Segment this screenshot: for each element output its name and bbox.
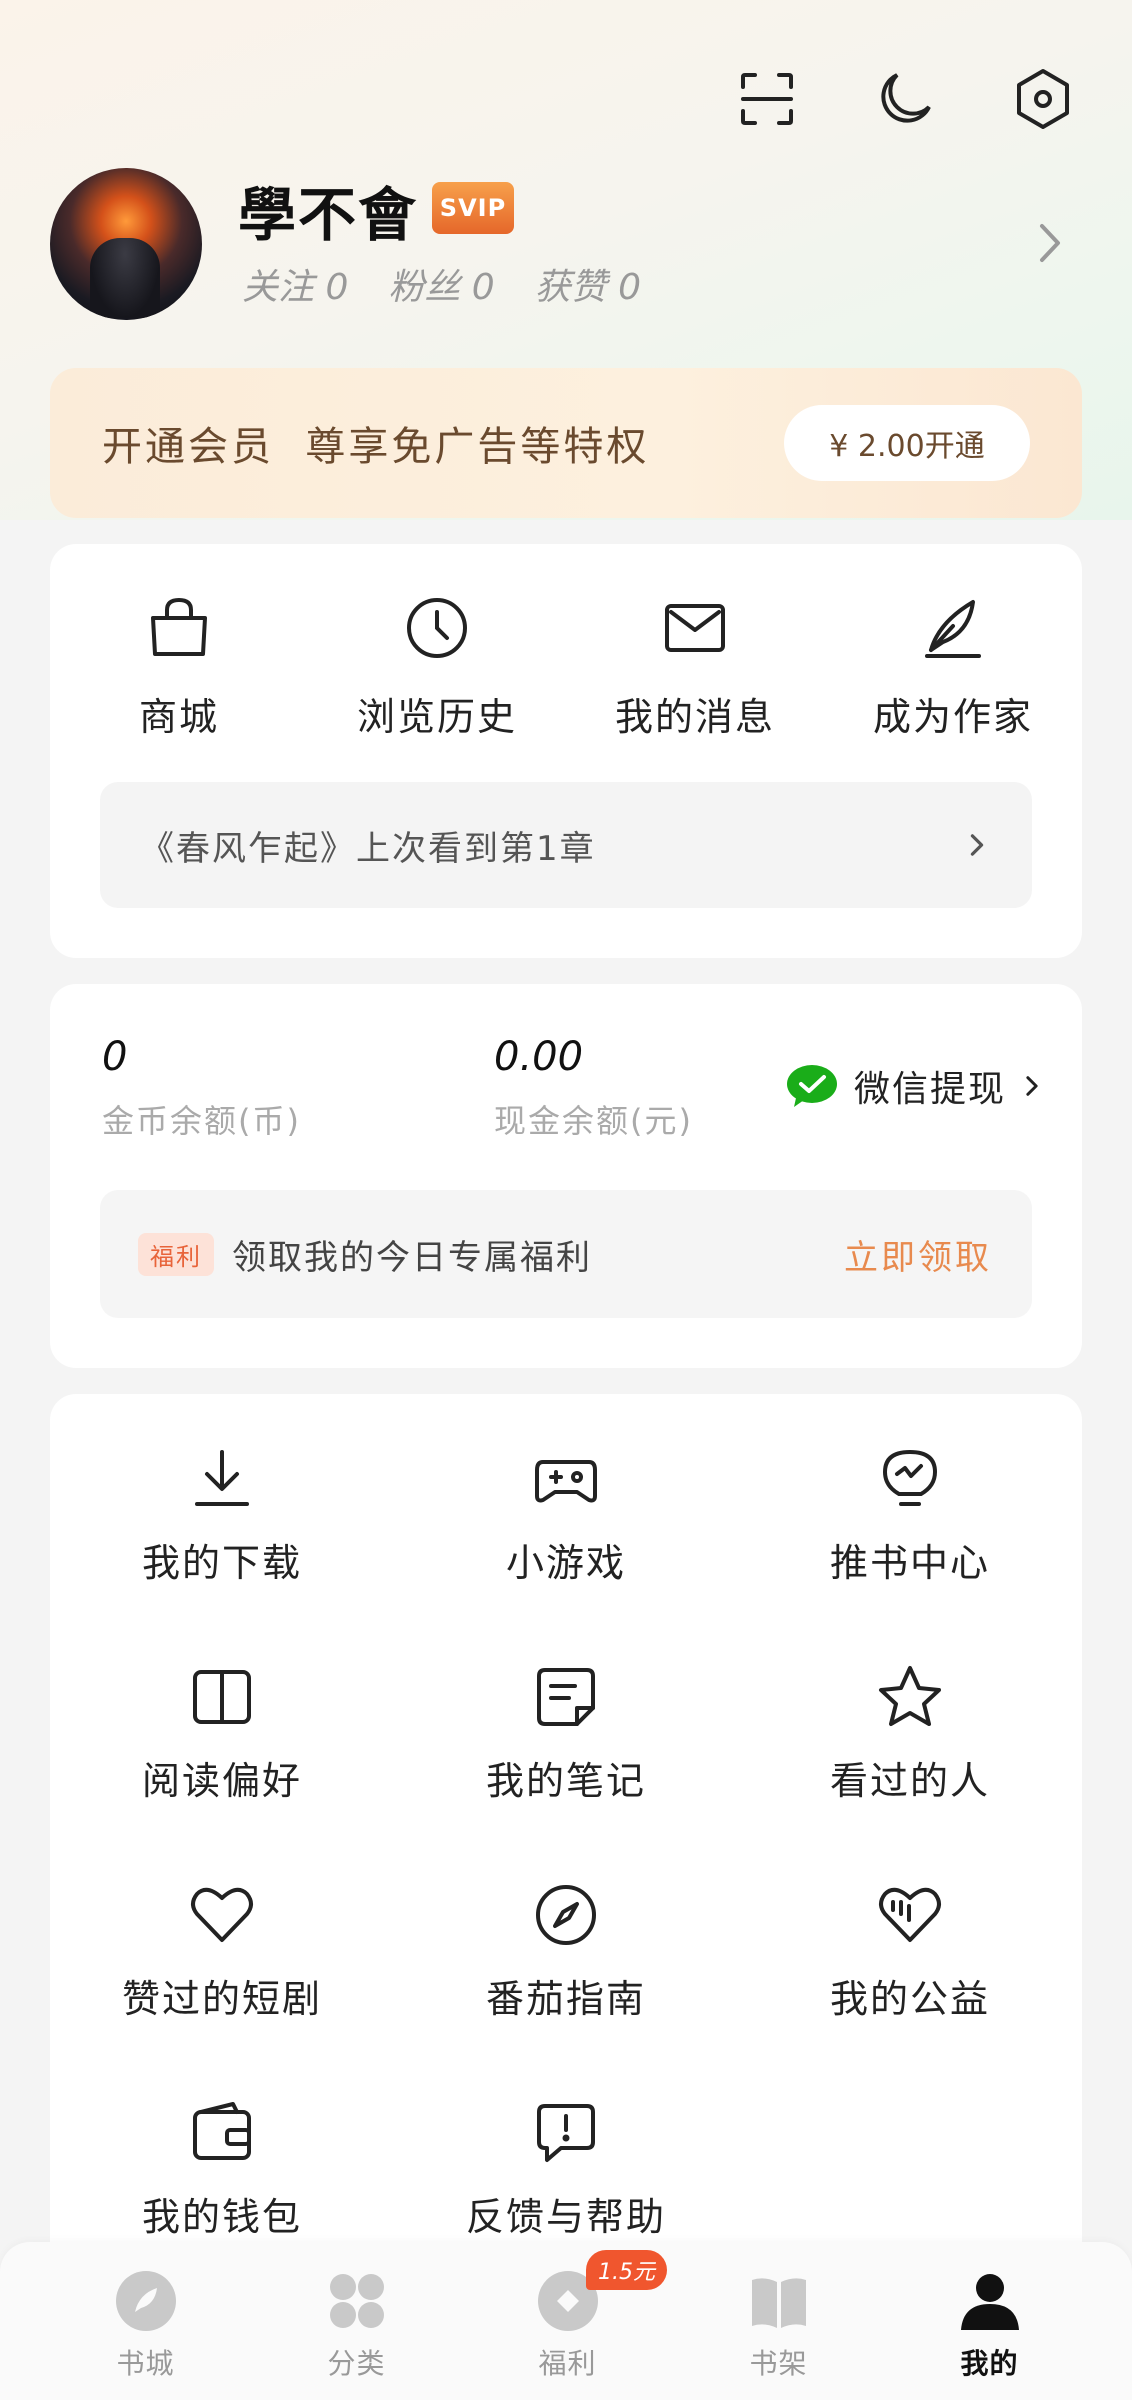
tool-mini-games[interactable]: 小游戏: [394, 1444, 738, 1587]
tool-my-charity[interactable]: 我的公益: [738, 1880, 1082, 2023]
shopping-bag-icon: [151, 598, 207, 656]
lightbulb-icon: [883, 1450, 937, 1506]
cash-balance-label: 现金余额(元): [494, 1102, 693, 1140]
quick-actions-grid: 商城 浏览历史 我的消息 成为作家: [50, 592, 1082, 741]
tool-reading-preference[interactable]: 阅读偏好: [50, 1662, 394, 1805]
quick-label: 商城: [138, 695, 219, 739]
wallet-icon: [193, 2102, 251, 2160]
charity-heart-icon: [879, 1887, 941, 1942]
bottom-navigation: 书城 分类 福利 1.5元 书架 我的: [0, 2242, 1132, 2400]
tool-label: 我的钱包: [141, 2195, 302, 2239]
compass-icon: [536, 1885, 596, 1945]
tool-label: 我的笔记: [485, 1759, 646, 1803]
benefit-text: 领取我的今日专属福利: [232, 1237, 592, 1278]
tool-feedback-help[interactable]: 反馈与帮助: [394, 2098, 738, 2241]
quick-item-messages[interactable]: 我的消息: [566, 592, 824, 741]
follow-count[interactable]: 关注 0: [242, 258, 348, 310]
chevron-right-icon: [1026, 1076, 1038, 1096]
tool-label: 赞过的短剧: [121, 1977, 322, 2021]
quick-label: 浏览历史: [356, 695, 517, 739]
tool-label: 番茄指南: [485, 1977, 646, 2021]
bookstore-icon: [115, 2271, 176, 2331]
daily-benefit-bar[interactable]: 福利 领取我的今日专属福利 立即领取: [100, 1190, 1032, 1318]
quick-item-shop[interactable]: 商城: [50, 592, 308, 741]
history-text: 《春风乍起》上次看到第1章: [140, 828, 596, 869]
quick-item-history[interactable]: 浏览历史: [308, 592, 566, 741]
feedback-icon: [537, 2104, 595, 2162]
fans-count[interactable]: 粉丝 0: [388, 258, 494, 310]
night-mode-icon[interactable]: [870, 64, 940, 134]
mail-icon: [665, 604, 725, 652]
avatar[interactable]: [50, 168, 202, 320]
reading-history-bar[interactable]: 《春风乍起》上次看到第1章: [100, 782, 1032, 908]
download-icon: [195, 1450, 249, 1506]
nav-bookshelf[interactable]: 书架: [673, 2242, 884, 2400]
welfare-badge: 1.5元: [586, 2250, 667, 2290]
coin-balance-value[interactable]: 0: [102, 1034, 127, 1080]
tool-label: 看过的人: [829, 1759, 990, 1803]
quick-label: 成为作家: [872, 695, 1033, 739]
nav-welfare[interactable]: 福利 1.5元: [462, 2242, 673, 2400]
nav-profile[interactable]: 我的: [884, 2242, 1095, 2400]
tool-my-wallet[interactable]: 我的钱包: [50, 2098, 394, 2241]
tool-downloads[interactable]: 我的下载: [50, 1444, 394, 1587]
wechat-withdraw[interactable]: 微信提现: [786, 1060, 1042, 1112]
nav-label: 我的: [960, 2347, 1019, 2380]
quick-item-author[interactable]: 成为作家: [824, 592, 1082, 741]
chevron-right-icon: [970, 834, 984, 856]
coin-balance-label: 金币余额(币): [102, 1102, 301, 1140]
wechat-withdraw-label: 微信提现: [854, 1069, 1007, 1110]
nav-bookstore[interactable]: 书城: [40, 2242, 251, 2400]
nav-label: 书城: [116, 2347, 175, 2380]
username: 學不會: [238, 181, 419, 249]
vip-banner[interactable]: 开通会员 尊享免广告等特权 ¥ 2.00开通: [50, 368, 1082, 518]
claim-benefit-button[interactable]: 立即领取: [844, 1230, 992, 1279]
heart-icon: [191, 1887, 253, 1942]
tool-label: 小游戏: [505, 1541, 626, 1585]
star-icon: [879, 1666, 941, 1726]
tool-viewed-people[interactable]: 看过的人: [738, 1662, 1082, 1805]
quick-label: 我的消息: [614, 695, 775, 739]
scan-icon[interactable]: [732, 64, 802, 134]
balance-card: 0 金币余额(币) 0.00 现金余额(元) 微信提现 福利 领取我的今日专属福…: [50, 984, 1082, 1368]
bookshelf-icon: [751, 2278, 806, 2328]
wechat-icon: [787, 1065, 837, 1107]
tool-label: 阅读偏好: [141, 1759, 302, 1803]
settings-icon[interactable]: [1008, 64, 1078, 134]
nav-label: 福利: [538, 2347, 597, 2380]
vip-open-button[interactable]: ¥ 2.00开通: [784, 405, 1030, 481]
clock-icon: [407, 598, 467, 658]
nav-label: 分类: [327, 2347, 386, 2380]
tool-label: 我的下载: [141, 1541, 302, 1585]
book-icon: [193, 1670, 251, 1724]
nav-category[interactable]: 分类: [251, 2242, 462, 2400]
tool-recommend-center[interactable]: 推书中心: [738, 1444, 1082, 1587]
profile-icon: [960, 2274, 1019, 2330]
cash-balance-value[interactable]: 0.00: [494, 1034, 583, 1080]
note-icon: [537, 1668, 595, 1726]
quick-actions-card: 商城 浏览历史 我的消息 成为作家 《春风乍起》上次看到第1章: [50, 544, 1082, 958]
tool-tomato-guide[interactable]: 番茄指南: [394, 1880, 738, 2023]
tool-my-notes[interactable]: 我的笔记: [394, 1662, 738, 1805]
svip-badge: SVIP: [432, 182, 514, 234]
vip-banner-text: 开通会员 尊享免广告等特权: [102, 424, 650, 470]
benefit-tag: 福利: [138, 1232, 214, 1276]
profile-stats: 关注 0 粉丝 0 获赞 0: [242, 258, 641, 310]
tool-label: 我的公益: [829, 1977, 990, 2021]
nav-label: 书架: [749, 2347, 808, 2380]
tool-label: 推书中心: [829, 1541, 990, 1585]
chevron-right-icon[interactable]: [1030, 218, 1070, 268]
gamepad-icon: [535, 1460, 597, 1503]
quill-icon: [925, 600, 981, 658]
tool-liked-dramas[interactable]: 赞过的短剧: [50, 1880, 394, 2023]
likes-count[interactable]: 获赞 0: [535, 258, 641, 310]
category-icon: [329, 2274, 384, 2328]
tool-label: 反馈与帮助: [465, 2195, 666, 2239]
